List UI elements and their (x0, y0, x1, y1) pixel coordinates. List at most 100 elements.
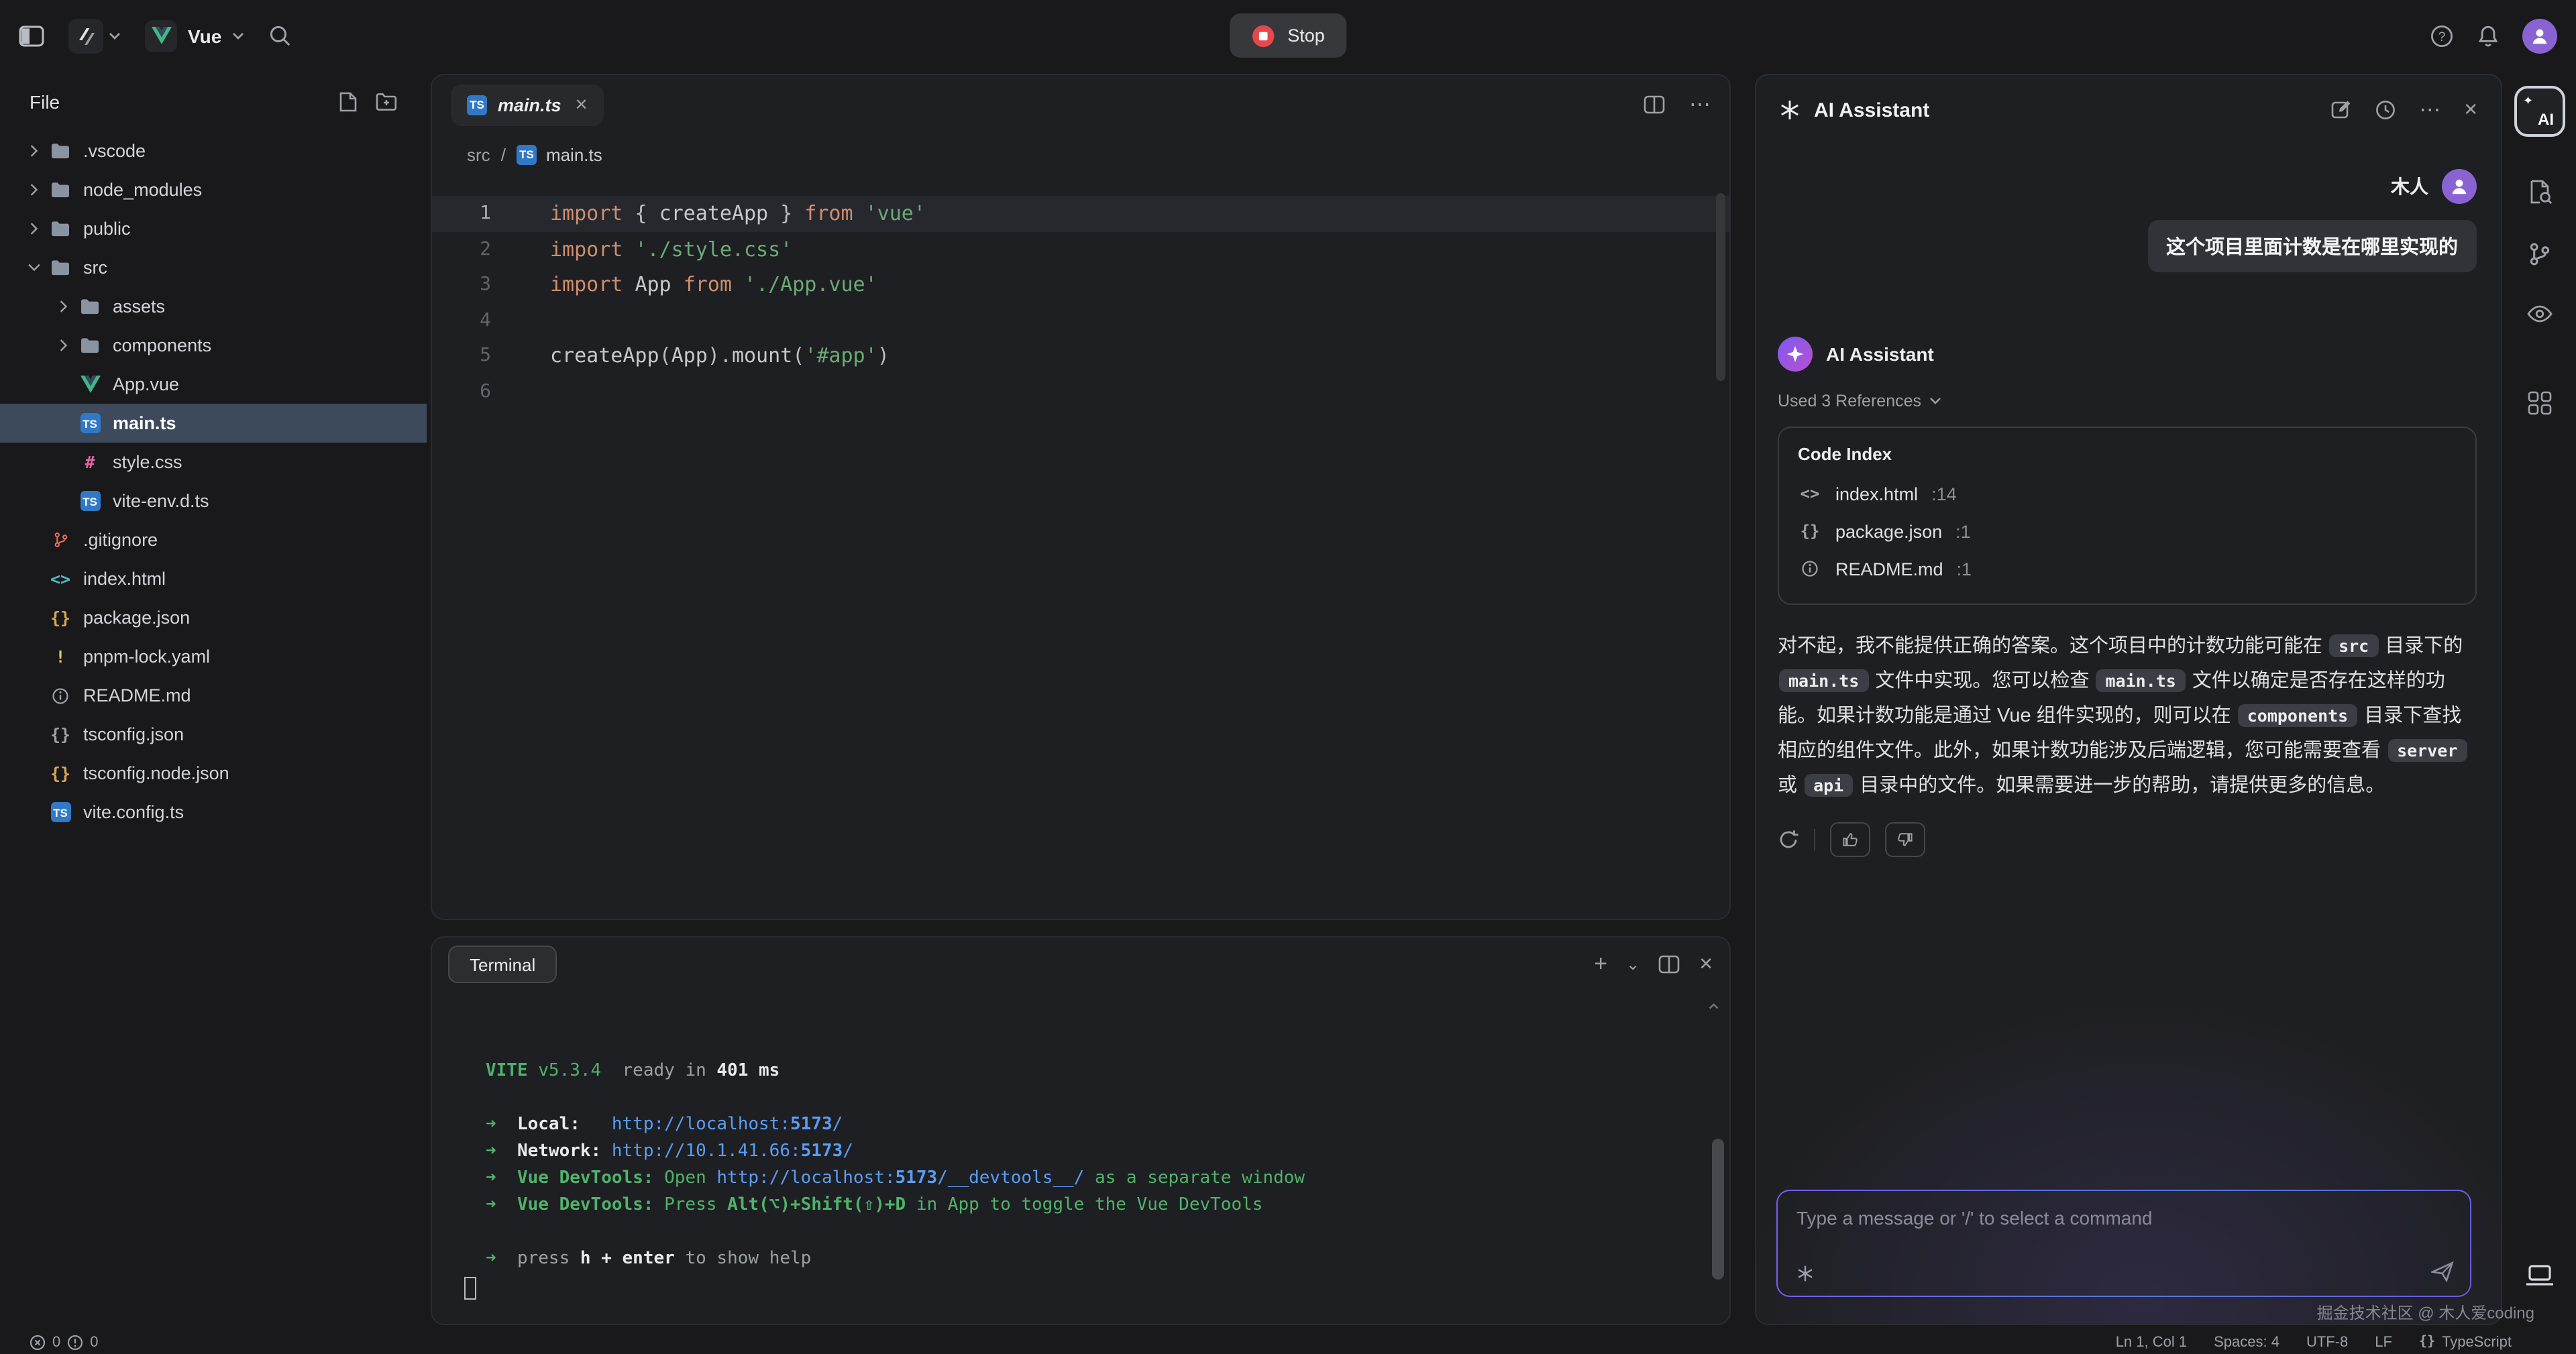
editor-scrollbar[interactable] (1716, 193, 1725, 381)
chevron-right-icon[interactable] (21, 182, 46, 197)
close-tab-icon[interactable]: ✕ (575, 95, 588, 114)
indentation[interactable]: Spaces: 4 (2214, 1334, 2279, 1350)
assistant-name: AI Assistant (1826, 343, 1934, 365)
code-line-3[interactable]: 3import App from './App.vue' (432, 267, 1729, 302)
code-line-6[interactable]: 6 (432, 374, 1729, 409)
ide-logo-icon (68, 18, 103, 53)
file-tree-item-App.vue[interactable]: App.vue (0, 365, 427, 404)
chevron-right-icon[interactable] (51, 338, 75, 353)
tool-windows-button[interactable] (2526, 390, 2552, 416)
line-number: 4 (432, 302, 529, 338)
code-line-1[interactable]: 1import { createApp } from 'vue' (432, 196, 1729, 231)
user-avatar[interactable] (2522, 18, 2557, 53)
language-mode[interactable]: {} TypeScript (2419, 1334, 2512, 1350)
ai-avatar-icon (1778, 337, 1813, 372)
file-tree-item-public[interactable]: public (0, 209, 427, 248)
terminal-panel: Terminal + ⌄ ✕ VITE v5.3.4 ready in 401 … (431, 936, 1731, 1325)
right-tool-rail: ✦ AI (2502, 71, 2576, 1330)
chevron-right-icon[interactable] (21, 221, 46, 236)
reference-line-number: :1 (1957, 559, 1972, 579)
eol-sequence[interactable]: LF (2375, 1334, 2392, 1350)
json-file-icon: {} (1798, 522, 1822, 541)
terminal-output[interactable]: VITE v5.3.4 ready in 401 ms ➜ Local: htt… (432, 991, 1729, 1300)
chat-message-input[interactable] (1796, 1207, 2373, 1229)
split-terminal-button[interactable] (1658, 955, 1680, 974)
code-editor[interactable]: 1import { createApp } from 'vue'2import … (432, 174, 1729, 409)
file-tree-item-.vscode[interactable]: .vscode (0, 131, 427, 170)
toggle-left-panel-button[interactable] (19, 25, 44, 46)
chevron-right-icon[interactable] (51, 299, 75, 314)
reference-item-index.html[interactable]: <>index.html:14 (1798, 475, 2457, 512)
file-tree-item-package.json[interactable]: {}package.json (0, 598, 427, 637)
reference-line-number: :1 (1955, 521, 1971, 541)
thumbs-up-button[interactable] (1830, 822, 1870, 857)
file-tree-item-README.md[interactable]: README.md (0, 676, 427, 715)
thumbs-down-button[interactable] (1885, 822, 1925, 857)
breadcrumb-folder[interactable]: src (467, 144, 490, 164)
terminal-line: ➜ Network: http://10.1.41.66:5173/ (486, 1139, 1689, 1166)
file-tree-item-style.css[interactable]: #style.css (0, 443, 427, 482)
close-icon: ✕ (2463, 99, 2478, 121)
terminal-dropdown-button[interactable]: ⌄ (1626, 955, 1640, 974)
stop-button[interactable]: Stop (1230, 13, 1346, 58)
terminal-tab[interactable]: Terminal (448, 946, 557, 983)
file-name: README.md (83, 685, 191, 706)
code-line-5[interactable]: 5createApp(App).mount('#app') (432, 338, 1729, 374)
errors-indicator[interactable]: 0 (30, 1334, 60, 1350)
file-tree-item-main.ts[interactable]: TSmain.ts (0, 404, 427, 443)
braces-icon: {} (2419, 1335, 2435, 1349)
file-tree-item-index.html[interactable]: <>index.html (0, 559, 427, 598)
git-tool-button[interactable] (2526, 241, 2552, 267)
file-tree-item-tsconfig.node.json[interactable]: {}tsconfig.node.json (0, 754, 427, 793)
history-clock-icon (2375, 99, 2396, 121)
encoding[interactable]: UTF-8 (2306, 1334, 2348, 1350)
file-search-tool-button[interactable] (2526, 178, 2553, 205)
file-tree-item-components[interactable]: components (0, 326, 427, 365)
file-tree-item-vite.config.ts[interactable]: TSvite.config.ts (0, 793, 427, 832)
chat-input-box (1776, 1190, 2471, 1297)
chevron-right-icon[interactable] (21, 144, 46, 158)
preview-tool-button[interactable] (2526, 303, 2553, 325)
send-message-button[interactable] (2431, 1261, 2454, 1282)
new-chat-button[interactable] (2330, 99, 2352, 121)
help-button[interactable]: ? (2430, 23, 2454, 48)
file-tree-item-assets[interactable]: assets (0, 287, 427, 326)
code-line-2[interactable]: 2import './style.css' (432, 231, 1729, 267)
cursor-position[interactable]: Ln 1, Col 1 (2116, 1334, 2187, 1350)
notifications-button[interactable] (2477, 23, 2500, 48)
vue-file-icon (75, 376, 105, 393)
file-tree-item-src[interactable]: src (0, 248, 427, 287)
file-name: package.json (83, 608, 190, 628)
close-ai-panel-button[interactable]: ✕ (2463, 99, 2478, 121)
code-line-4[interactable]: 4 (432, 302, 1729, 338)
reference-item-package.json[interactable]: {}package.json:1 (1798, 512, 2457, 550)
chevron-down-icon[interactable] (21, 260, 46, 275)
chat-history-button[interactable] (2375, 99, 2396, 121)
scroll-up-icon[interactable]: ⌃ (1705, 999, 1723, 1026)
ai-assistant-tool-button[interactable]: ✦ AI (2514, 86, 2565, 137)
file-tree-item-tsconfig.json[interactable]: {}tsconfig.json (0, 715, 427, 754)
file-tree-item-.gitignore[interactable]: .gitignore (0, 520, 427, 559)
new-terminal-button[interactable]: + (1594, 951, 1607, 978)
search-button[interactable] (268, 24, 291, 47)
new-file-button[interactable] (338, 91, 358, 112)
editor-more-button[interactable]: ⋯ (1689, 91, 1711, 118)
ai-more-button[interactable]: ⋯ (2419, 97, 2440, 123)
editor-tab-main-ts[interactable]: TS main.ts ✕ (451, 84, 604, 125)
terminal-tool-button[interactable] (2524, 1263, 2554, 1287)
workspace-switcher[interactable]: Vue (145, 19, 244, 52)
file-tree-item-node_modules[interactable]: node_modules (0, 170, 427, 209)
references-toggle[interactable]: Used 3 References (1778, 392, 2477, 410)
warnings-indicator[interactable]: 0 (67, 1334, 98, 1350)
terminal-scrollbar[interactable] (1712, 1139, 1724, 1280)
file-tree-item-pnpm-lock.yaml[interactable]: !pnpm-lock.yaml (0, 637, 427, 676)
reference-item-README.md[interactable]: README.md:1 (1798, 550, 2457, 587)
inline-code-chip: server (2387, 739, 2467, 762)
split-editor-button[interactable] (1644, 95, 1665, 114)
app-menu-button[interactable] (68, 18, 121, 53)
inline-code-chip: main.ts (2096, 669, 2186, 692)
regenerate-button[interactable] (1778, 829, 1799, 850)
close-terminal-button[interactable]: ✕ (1699, 954, 1713, 975)
new-folder-button[interactable] (376, 91, 397, 112)
file-tree-item-vite-env.d.ts[interactable]: TSvite-env.d.ts (0, 482, 427, 520)
